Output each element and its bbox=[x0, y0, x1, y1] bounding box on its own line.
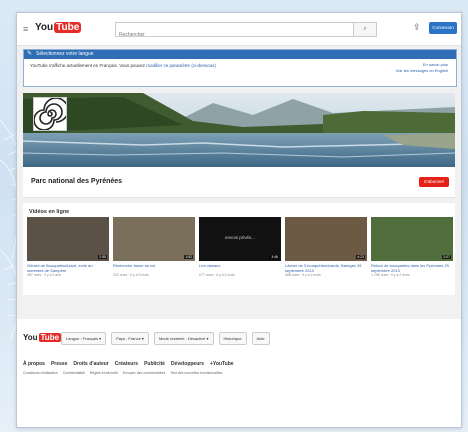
logo-you-text: You bbox=[35, 22, 54, 33]
signin-button[interactable]: Connexion bbox=[429, 22, 457, 34]
video-meta: 322 vues · il y a 3 mois bbox=[113, 273, 149, 277]
footer-buttons: Langue : Français ▾ Pays : France ▾ Mode… bbox=[61, 332, 270, 345]
language-notice-body: YouTube s'affiche actuellement en França… bbox=[24, 59, 456, 74]
video-list: 2:55 Gérard de Bouquetins/Izard, évrié au… bbox=[27, 217, 453, 278]
video-duration: 2:55 bbox=[98, 255, 107, 259]
video-item[interactable]: 2:07 Retour de bouquetins dans les Pyréné… bbox=[371, 217, 453, 278]
video-item[interactable]: 2:55 Gérard de Bouquetins/Izard, évrié au… bbox=[27, 217, 109, 278]
footer-link[interactable]: Créateurs bbox=[115, 361, 138, 367]
video-title[interactable]: Recherche faune au col bbox=[113, 263, 195, 273]
youtube-channel-page: ≡ You Tube ⌕ ⇪ Connexion ✎ Sélectionnez … bbox=[16, 12, 462, 428]
video-item[interactable]: envois privés... 3:46 Les oiseaux 677 vues … bbox=[199, 217, 281, 278]
spiral-logo-icon bbox=[34, 98, 66, 130]
language-notice-title: Sélectionnez votre langue bbox=[36, 51, 94, 57]
menu-icon[interactable]: ≡ bbox=[23, 24, 28, 34]
footer-sublink[interactable]: Règles et sécurité bbox=[90, 371, 118, 375]
language-notice-header: ✎ Sélectionnez votre langue bbox=[24, 50, 456, 59]
footer-logo-you-text: You bbox=[23, 333, 38, 342]
video-item[interactable]: 1:52 Recherche faune au col 322 vues · il … bbox=[113, 217, 195, 278]
video-thumbnail[interactable]: 4:23 bbox=[285, 217, 367, 261]
language-icon: ✎ bbox=[27, 51, 33, 57]
subscribe-button[interactable]: S'abonner bbox=[419, 177, 449, 187]
restricted-mode-button[interactable]: Mode restreint : Désactivé ▾ bbox=[153, 332, 214, 345]
footer-link[interactable]: +YouTube bbox=[210, 361, 234, 367]
upload-icon[interactable]: ⇪ bbox=[413, 22, 421, 33]
video-meta: 1 106 vues · il y a 2 mois bbox=[371, 273, 410, 277]
video-thumbnail[interactable]: 2:07 bbox=[371, 217, 453, 261]
help-button[interactable]: Aide bbox=[251, 332, 270, 345]
channel-header: Parc national des Pyrénées S'abonner bbox=[23, 167, 455, 198]
videos-section-title[interactable]: Vidéos en ligne bbox=[29, 209, 69, 215]
history-button[interactable]: Historique bbox=[218, 332, 247, 345]
search-input[interactable] bbox=[116, 28, 322, 42]
video-title[interactable]: Lâcher de 3 bouquetins/Izards, Baréges 2… bbox=[285, 263, 367, 273]
video-duration: 3:46 bbox=[270, 255, 279, 259]
footer-youtube-logo[interactable]: You Tube bbox=[23, 333, 62, 342]
footer-link[interactable]: Droits d'auteur bbox=[73, 361, 108, 367]
channel-name[interactable]: Parc national des Pyrénées bbox=[31, 178, 122, 185]
video-duration: 4:23 bbox=[356, 255, 365, 259]
search-box bbox=[115, 22, 355, 42]
footer-sublink[interactable]: Confidentialité bbox=[63, 371, 85, 375]
video-meta: 688 vues · il y a 2 mois bbox=[285, 273, 321, 277]
language-notice-message: YouTube s'affiche actuellement en França… bbox=[30, 63, 146, 68]
video-thumbnail[interactable]: 1:52 bbox=[113, 217, 195, 261]
channel-banner bbox=[23, 93, 455, 167]
banner-landscape-image bbox=[23, 93, 455, 167]
footer-logo-tube-text: Tube bbox=[38, 333, 62, 342]
search-icon: ⌕ bbox=[363, 26, 367, 32]
video-meta: 457 vues · il y a 2 ans bbox=[27, 273, 62, 277]
footer-sublink[interactable]: Test des nouvelles fonctionnalités bbox=[170, 371, 222, 375]
youtube-logo[interactable]: You Tube bbox=[35, 22, 82, 33]
thumbnail-overlay-text: envois privés... bbox=[224, 235, 255, 240]
video-meta: 677 vues · il y a 3 mois bbox=[199, 273, 235, 277]
video-title[interactable]: Retour de bouquetins dans les Pyrénées 2… bbox=[371, 263, 453, 273]
footer: You Tube Langue : Français ▾ Pays : Fran… bbox=[17, 319, 461, 427]
video-title[interactable]: Les oiseaux bbox=[199, 263, 281, 273]
language-select-button[interactable]: Langue : Français ▾ bbox=[61, 332, 107, 345]
video-thumbnail[interactable]: envois privés... 3:46 bbox=[199, 217, 281, 261]
video-duration: 1:52 bbox=[184, 255, 193, 259]
footer-sublinks: Conditions d'utilisation Confidentialité… bbox=[23, 371, 223, 375]
video-title[interactable]: Gérard de Bouquetins/Izard, évrié au som… bbox=[27, 263, 109, 273]
footer-sublink[interactable]: Envoyer des commentaires bbox=[123, 371, 165, 375]
footer-link[interactable]: À propos bbox=[23, 361, 45, 367]
view-english-link[interactable]: Voir les messages en English bbox=[396, 68, 448, 74]
channel-avatar[interactable] bbox=[33, 97, 67, 131]
language-notice-actions: En savoir plus Voir les messages en Engl… bbox=[396, 62, 448, 74]
footer-link[interactable]: Presse bbox=[51, 361, 67, 367]
footer-links: À propos Presse Droits d'auteur Créateur… bbox=[23, 361, 234, 367]
video-item[interactable]: 4:23 Lâcher de 3 bouquetins/Izards, Barég… bbox=[285, 217, 367, 278]
masthead: ≡ You Tube ⌕ ⇪ Connexion bbox=[17, 13, 461, 46]
logo-tube-text: Tube bbox=[54, 22, 82, 33]
videos-section: Vidéos en ligne 2:55 Gérard de Bouquetins… bbox=[23, 203, 455, 295]
video-thumbnail[interactable]: 2:55 bbox=[27, 217, 109, 261]
language-notice: ✎ Sélectionnez votre langue YouTube s'af… bbox=[23, 49, 457, 87]
country-select-button[interactable]: Pays : France ▾ bbox=[111, 332, 149, 345]
footer-link[interactable]: Développeurs bbox=[171, 361, 204, 367]
language-change-link[interactable]: modifier ce paramètre (ci-dessous) bbox=[146, 63, 216, 68]
footer-sublink[interactable]: Conditions d'utilisation bbox=[23, 371, 58, 375]
search-button[interactable]: ⌕ bbox=[353, 22, 377, 37]
video-duration: 2:07 bbox=[442, 255, 451, 259]
footer-link[interactable]: Publicité bbox=[144, 361, 165, 367]
